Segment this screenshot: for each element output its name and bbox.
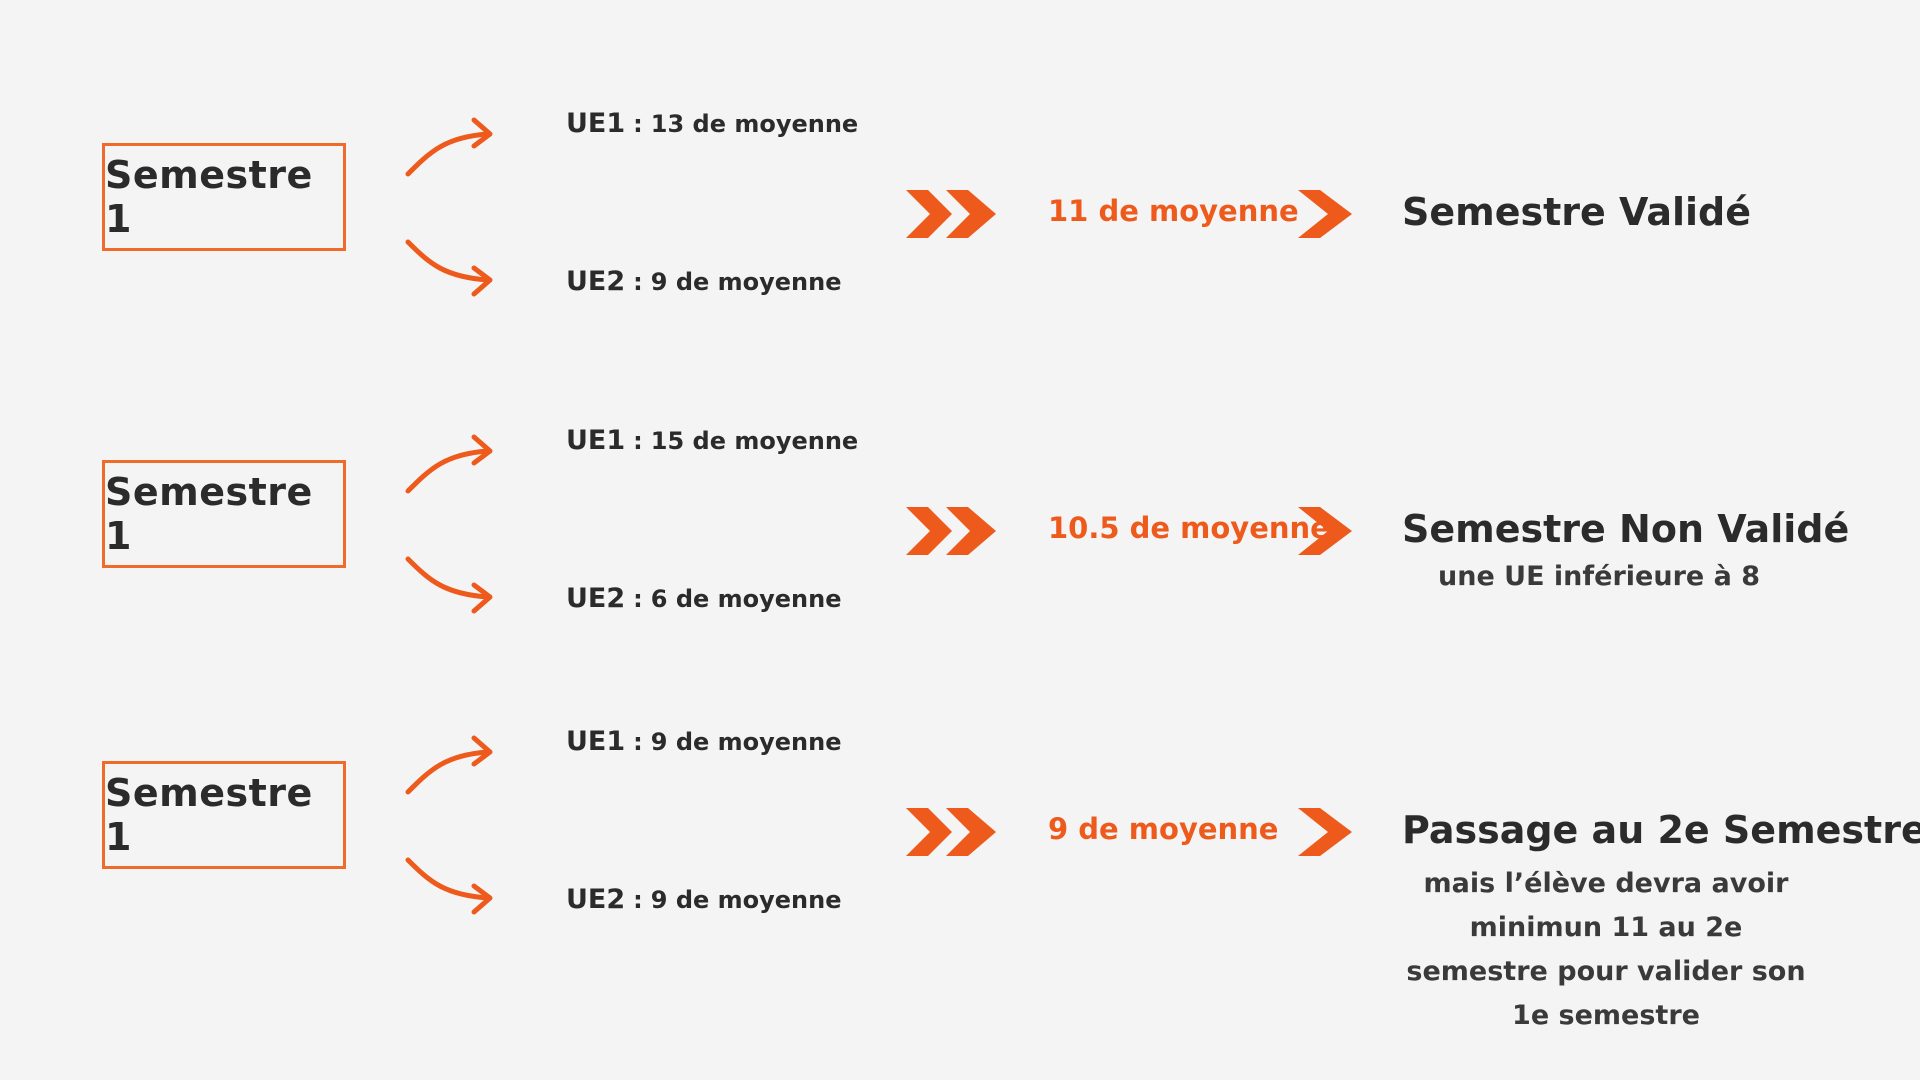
ue2-value: 9 de moyenne (650, 886, 842, 914)
semester-average: 11 de moyenne (1048, 194, 1299, 228)
ue2-value: 9 de moyenne (650, 268, 842, 296)
ue1-label: UE1:15 de moyenne (566, 425, 858, 456)
chevron-right-icon (1298, 808, 1352, 856)
result-note: une UE inférieure à 8 (1438, 561, 1760, 592)
diagram-row-3: Semestre 1 UE1:9 de moyenne UE2:9 de moy… (0, 618, 1920, 1031)
curved-arrow-up-icon (405, 117, 493, 177)
ue2-label: UE2:9 de moyenne (566, 884, 842, 915)
ue1-value: 15 de moyenne (650, 427, 859, 455)
semester-box: Semestre 1 (102, 460, 346, 568)
semester-box: Semestre 1 (102, 143, 346, 251)
semester-result: Passage au 2e Semestre (1402, 808, 1920, 852)
curved-arrow-down-icon (405, 556, 493, 614)
ue1-code: UE1 (566, 425, 626, 456)
semester-result: Semestre Validé (1402, 190, 1752, 234)
ue1-label: UE1:9 de moyenne (566, 726, 842, 757)
ue2-code: UE2 (566, 266, 626, 297)
diagram-row-2: Semestre 1 UE1:15 de moyenne UE2:6 de mo… (0, 317, 1920, 617)
curved-arrow-down-icon (405, 239, 493, 297)
double-chevron-icon (906, 507, 996, 555)
semester-average: 10.5 de moyenne (1048, 511, 1330, 545)
ue2-colon: : (633, 585, 643, 613)
result-note: mais l’élève devra avoir minimun 11 au 2… (1406, 868, 1806, 1031)
ue1-value: 13 de moyenne (650, 110, 859, 138)
ue2-value: 6 de moyenne (650, 585, 842, 613)
ue2-code: UE2 (566, 583, 626, 614)
ue1-colon: : (633, 110, 643, 138)
ue1-code: UE1 (566, 726, 626, 757)
ue1-code: UE1 (566, 108, 626, 139)
curved-arrow-up-icon (405, 434, 493, 494)
curved-arrow-down-icon (405, 857, 493, 915)
ue1-colon: : (633, 427, 643, 455)
chevron-right-icon (1298, 507, 1352, 555)
ue2-colon: : (633, 268, 643, 296)
ue2-label: UE2:9 de moyenne (566, 266, 842, 297)
semester-average: 9 de moyenne (1048, 812, 1279, 846)
double-chevron-icon (906, 190, 996, 238)
chevron-right-icon (1298, 190, 1352, 238)
ue2-label: UE2:6 de moyenne (566, 583, 842, 614)
ue2-colon: : (633, 886, 643, 914)
semester-box: Semestre 1 (102, 761, 346, 869)
semester-result: Semestre Non Validé (1402, 507, 1850, 551)
diagram-row-1: Semestre 1 UE1:13 de moyenne UE2:9 de mo… (0, 0, 1920, 300)
ue1-value: 9 de moyenne (650, 728, 842, 756)
ue1-label: UE1:13 de moyenne (566, 108, 858, 139)
curved-arrow-up-icon (405, 735, 493, 795)
ue2-code: UE2 (566, 884, 626, 915)
double-chevron-icon (906, 808, 996, 856)
ue1-colon: : (633, 728, 643, 756)
